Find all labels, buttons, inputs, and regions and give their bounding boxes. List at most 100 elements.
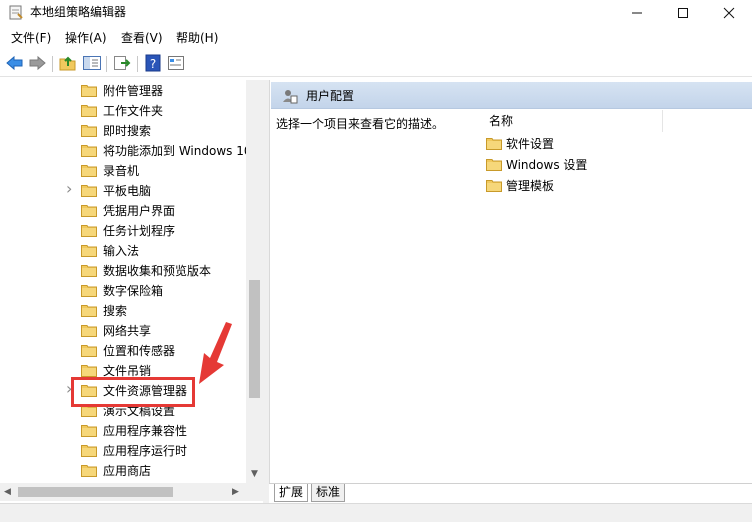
- folder-icon: [81, 325, 97, 337]
- maximize-button[interactable]: [660, 0, 706, 26]
- up-folder-icon[interactable]: [58, 54, 78, 72]
- tree-item[interactable]: 应用程序兼容性: [0, 421, 246, 441]
- tree-item-label: 输入法: [103, 244, 140, 258]
- folder-icon: [81, 185, 97, 197]
- folder-icon: [486, 138, 502, 150]
- tree-item-label: 应用程序运行时: [103, 444, 188, 458]
- folder-icon: [81, 465, 97, 477]
- list-item-software-settings[interactable]: 软件设置: [486, 134, 746, 154]
- show-hide-tree-icon[interactable]: [82, 54, 102, 72]
- folder-icon: [81, 445, 97, 457]
- scroll-left-arrow-icon[interactable]: ◀: [4, 483, 16, 501]
- tree-item[interactable]: 将功能添加到 Windows 10: [0, 141, 251, 161]
- details-header-title: 用户配置: [306, 89, 355, 103]
- group-policy-app-icon: [9, 5, 23, 20]
- folder-icon: [81, 145, 97, 157]
- tree-item[interactable]: 数字保险箱: [0, 281, 246, 301]
- export-list-icon[interactable]: [112, 54, 132, 72]
- folder-icon: [81, 85, 97, 97]
- menu-action[interactable]: 操作(A): [65, 30, 107, 46]
- toolbar-separator: [137, 56, 138, 72]
- maximize-icon: [678, 8, 688, 18]
- tree-item[interactable]: 应用商店: [0, 461, 246, 481]
- folder-icon: [81, 345, 97, 357]
- chevron-right-icon[interactable]: ›: [66, 181, 76, 197]
- menu-help[interactable]: 帮助(H): [176, 30, 218, 46]
- folder-icon: [81, 205, 97, 217]
- tree-item-label: 录音机: [103, 164, 140, 178]
- column-divider[interactable]: [662, 110, 663, 132]
- tree-item-label: 附件管理器: [103, 84, 164, 98]
- tree-vertical-scroll-thumb[interactable]: [249, 280, 260, 398]
- toolbar-separator: [52, 56, 53, 72]
- column-header-name[interactable]: 名称: [489, 113, 513, 129]
- tree-item-label: 搜索: [103, 304, 128, 318]
- tree-item[interactable]: 任务计划程序: [0, 221, 246, 241]
- scroll-down-arrow-icon[interactable]: ▼: [246, 466, 263, 483]
- tree-item-label: 数据收集和预览版本: [103, 264, 212, 278]
- annotation-arrow-icon: [199, 322, 232, 384]
- menu-view[interactable]: 查看(V): [121, 30, 163, 46]
- tree-item-label: 应用程序兼容性: [103, 424, 188, 438]
- tree-item-label: 将功能添加到 Windows 10: [103, 144, 252, 158]
- folder-icon: [81, 285, 97, 297]
- description-text: 选择一个项目来查看它的描述。: [276, 117, 445, 131]
- folder-icon: [81, 165, 97, 177]
- help-icon[interactable]: ?: [143, 54, 163, 72]
- folder-icon: [486, 159, 502, 171]
- list-item-windows-settings[interactable]: Windows 设置: [486, 155, 746, 175]
- scroll-right-arrow-icon[interactable]: ▶: [232, 483, 244, 501]
- tree-item[interactable]: 附件管理器: [0, 81, 246, 101]
- tree-item-label: 数字保险箱: [103, 284, 164, 298]
- tree-item[interactable]: 输入法: [0, 241, 246, 261]
- tree-item-label: 工作文件夹: [103, 104, 164, 118]
- toolbar-separator: [106, 56, 107, 72]
- list-column-header: [480, 108, 752, 134]
- user-config-icon: [283, 90, 298, 104]
- tree-item[interactable]: › 平板电脑: [0, 181, 246, 201]
- tree-item[interactable]: 凭据用户界面: [0, 201, 246, 221]
- tree-item[interactable]: 搜索: [0, 301, 246, 321]
- close-button[interactable]: [706, 0, 752, 26]
- tab-extended[interactable]: 扩展: [274, 484, 309, 502]
- list-item-label: 管理模板: [506, 179, 555, 193]
- folder-icon: [81, 425, 97, 437]
- tree-item[interactable]: 工作文件夹: [0, 101, 246, 121]
- tree-pane: 附件管理器工作文件夹即时搜索将功能添加到 Windows 10 录音机 › 平板电脑凭…: [0, 80, 263, 503]
- window-title: 本地组策略编辑器: [30, 5, 127, 19]
- tree-item-label: 平板电脑: [103, 184, 152, 198]
- status-bar: [0, 503, 752, 522]
- menu-bar: 文件(F) 操作(A) 查看(V) 帮助(H): [0, 28, 752, 48]
- toolbar: ?: [0, 50, 752, 77]
- tree-item[interactable]: 即时搜索: [0, 121, 246, 141]
- folder-icon: [81, 125, 97, 137]
- folder-icon: [81, 225, 97, 237]
- tree-item-label: 网络共享: [103, 324, 152, 338]
- tree-item[interactable]: 录音机: [0, 161, 246, 181]
- tree-item[interactable]: 应用程序运行时: [0, 441, 246, 461]
- folder-icon: [486, 180, 502, 192]
- list-item-admin-templates[interactable]: 管理模板: [486, 176, 746, 196]
- folder-icon: [81, 365, 97, 377]
- close-icon: [723, 7, 735, 19]
- tab-standard[interactable]: 标准: [311, 484, 346, 502]
- tree-item-label: 位置和传感器: [103, 344, 176, 358]
- folder-icon: [81, 245, 97, 257]
- tree-item-label: 凭据用户界面: [103, 204, 176, 218]
- folder-icon: [81, 265, 97, 277]
- menu-file[interactable]: 文件(F): [11, 30, 51, 46]
- minimize-button[interactable]: [614, 0, 660, 26]
- title-bar: 本地组策略编辑器: [0, 0, 752, 26]
- folder-icon: [81, 105, 97, 117]
- forward-arrow-icon[interactable]: [27, 54, 47, 72]
- list-item-label: 软件设置: [506, 137, 555, 151]
- back-arrow-icon[interactable]: [5, 54, 25, 72]
- list-item-label: Windows 设置: [506, 158, 588, 172]
- tree-item-label: 应用商店: [103, 464, 152, 478]
- tree-horizontal-scroll-thumb[interactable]: [18, 487, 173, 497]
- svg-text:?: ?: [150, 57, 156, 71]
- tree-item-label: 任务计划程序: [103, 224, 176, 238]
- folder-icon: [81, 305, 97, 317]
- properties-icon[interactable]: [166, 54, 186, 72]
- tree-item[interactable]: 数据收集和预览版本: [0, 261, 246, 281]
